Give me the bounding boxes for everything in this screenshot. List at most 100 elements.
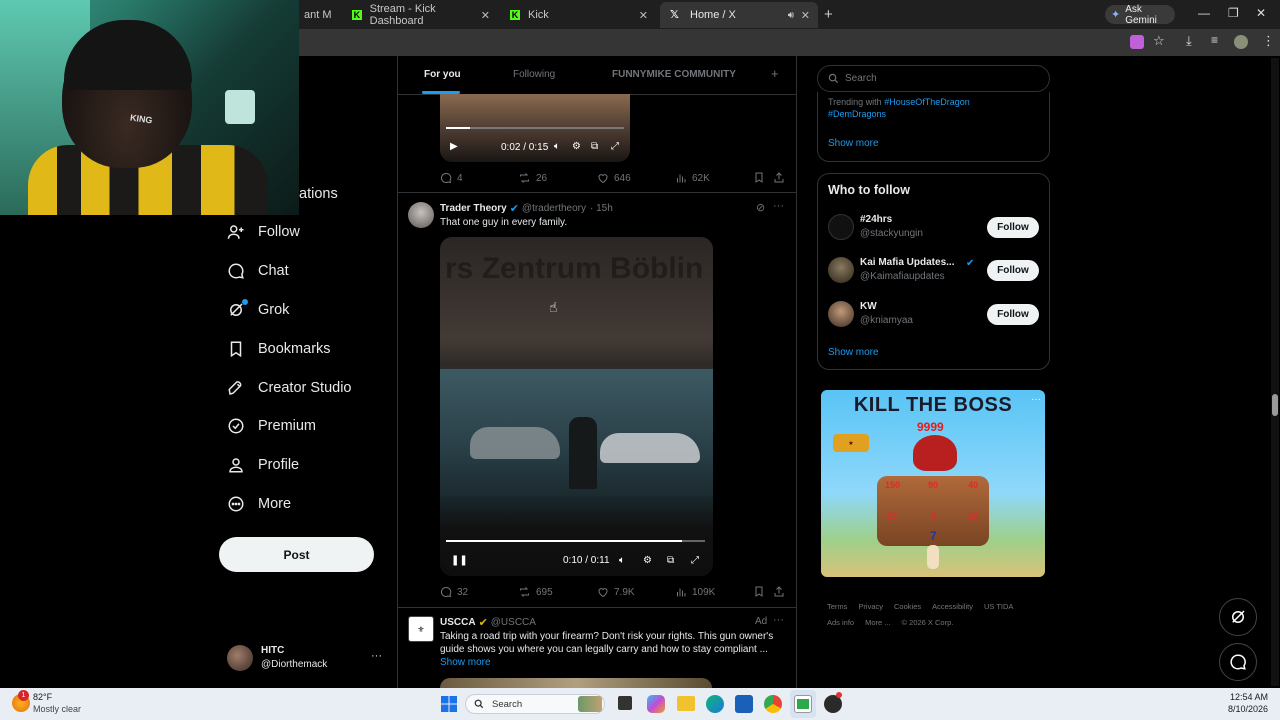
sidebar-item-chat[interactable]: Chat xyxy=(226,256,289,286)
post1-video[interactable]: ▶ 0:02 / 0:15 🔈︎ ⚙︎ ⧉ ⤢ xyxy=(440,94,630,162)
follow-button[interactable]: Follow xyxy=(987,304,1039,325)
sidebar-item-more[interactable]: More xyxy=(226,489,291,519)
file-explorer-icon[interactable] xyxy=(677,696,695,711)
show-more-link[interactable]: Show more xyxy=(828,138,879,149)
post2-handle[interactable]: @tradertheory xyxy=(522,203,586,214)
post3-handle[interactable]: @USCCA xyxy=(491,617,536,628)
add-tab-button[interactable]: + xyxy=(771,66,779,81)
new-tab-button[interactable]: + xyxy=(824,6,833,23)
settings-icon[interactable]: ⚙︎ xyxy=(572,141,581,152)
post3-media[interactable] xyxy=(440,678,712,688)
footer-link[interactable]: Ads info xyxy=(827,615,854,631)
post2-name[interactable]: Trader Theory xyxy=(440,203,507,214)
grok-icon[interactable]: ⊘ xyxy=(756,201,765,214)
views-button[interactable]: 109K xyxy=(675,586,715,598)
sidebar-partial-item-2[interactable]: ations xyxy=(299,186,338,202)
copilot-icon[interactable] xyxy=(647,695,665,713)
scrollbar[interactable] xyxy=(1271,58,1279,686)
fullscreen-icon[interactable]: ⤢ xyxy=(691,555,699,566)
weather-temp[interactable]: 82°F xyxy=(33,692,52,702)
close-window-icon[interactable]: ✕ xyxy=(1256,6,1266,20)
footer-link[interactable]: More ... xyxy=(865,615,890,631)
sidebar-item-grok[interactable]: Grok xyxy=(226,295,289,325)
reply-button[interactable]: 4 xyxy=(440,172,463,184)
repost-button[interactable]: 695 xyxy=(518,586,553,598)
repost-button[interactable]: 26 xyxy=(518,172,547,184)
footer-link[interactable]: Privacy xyxy=(858,599,883,615)
share-button[interactable] xyxy=(773,171,790,184)
post2-video[interactable]: rs Zentrum Böblin ❚❚ 0:10 / 0:11 🔈︎ ⚙︎ ⧉… xyxy=(440,237,713,576)
volume-icon[interactable]: 🔈︎ xyxy=(619,555,625,566)
edge-icon[interactable] xyxy=(706,695,724,713)
browser-menu-icon[interactable]: ⋮ xyxy=(1262,33,1275,49)
scrollbar-thumb[interactable] xyxy=(1272,394,1278,416)
game-ad-banner[interactable]: KILL THE BOSS 9999 ★ 150 90 40 25 0 20 7… xyxy=(821,390,1045,577)
post-button[interactable]: Post xyxy=(219,537,374,572)
video-progress-bar[interactable] xyxy=(446,127,624,129)
like-button[interactable]: 7.9K xyxy=(597,586,635,598)
fullscreen-icon[interactable]: ⤢ xyxy=(611,141,619,152)
tab-following[interactable]: Following xyxy=(513,69,555,80)
speaker-icon[interactable]: 🔊︎ xyxy=(788,10,794,21)
suggestion-name[interactable]: KW xyxy=(860,301,877,312)
follow-button[interactable]: Follow xyxy=(987,217,1039,238)
search-input[interactable]: Search xyxy=(817,65,1050,92)
uscca-logo[interactable]: ⚜ xyxy=(408,616,434,642)
views-button[interactable]: 62K xyxy=(675,172,710,184)
pip-icon[interactable]: ⧉ xyxy=(591,141,598,152)
tab-funnymike-community[interactable]: FUNNYMIKE COMMUNITY xyxy=(612,69,736,80)
account-switcher[interactable]: HITC @Diorthemack ··· xyxy=(226,644,396,674)
volume-icon[interactable]: 🔈︎ xyxy=(554,141,560,152)
taskbar-time[interactable]: 12:54 AM xyxy=(1222,692,1268,702)
sidebar-item-follow[interactable]: Follow xyxy=(226,217,300,247)
share-button[interactable] xyxy=(773,585,790,598)
store-icon[interactable] xyxy=(735,695,753,713)
sidebar-item-bookmarks[interactable]: Bookmarks xyxy=(226,334,331,364)
windows-start-icon[interactable] xyxy=(441,696,457,712)
settings-icon[interactable]: ⚙︎ xyxy=(643,555,652,566)
sidebar-item-creator-studio[interactable]: Creator Studio xyxy=(226,373,352,403)
account-menu-icon[interactable]: ··· xyxy=(371,650,382,662)
ad-menu-icon[interactable]: ··· xyxy=(1031,394,1041,405)
follow-button[interactable]: Follow xyxy=(987,260,1039,281)
profile-avatar[interactable] xyxy=(1234,35,1248,49)
close-icon[interactable]: ✕ xyxy=(639,9,648,22)
media-control-icon[interactable]: ≡ xyxy=(1211,33,1218,47)
extension-icon[interactable] xyxy=(1130,35,1144,49)
avatar[interactable] xyxy=(828,301,854,327)
ask-gemini-button[interactable]: ✦ Ask Gemini xyxy=(1105,4,1175,26)
tab-home-x[interactable]: 𝕏 Home / X 🔊︎ ✕ xyxy=(660,2,818,28)
footer-link[interactable]: Cookies xyxy=(894,599,921,615)
avatar[interactable] xyxy=(828,214,854,240)
restore-icon[interactable]: ❐ xyxy=(1228,6,1239,20)
bookmark-button[interactable] xyxy=(753,171,770,184)
avatar[interactable] xyxy=(408,202,434,228)
reply-button[interactable]: 32 xyxy=(440,586,468,598)
star-icon[interactable]: ☆ xyxy=(1153,33,1165,49)
footer-link[interactable]: Accessibility xyxy=(932,599,973,615)
suggestion-name[interactable]: #24hrs xyxy=(860,214,892,225)
sidebar-item-premium[interactable]: Premium xyxy=(226,411,316,441)
close-icon[interactable]: ✕ xyxy=(801,9,810,22)
tab-for-you[interactable]: For you xyxy=(424,69,461,80)
taskbar-date[interactable]: 8/10/2026 xyxy=(1222,704,1268,714)
footer-link[interactable]: US TIDA xyxy=(984,599,1013,615)
play-icon[interactable]: ▶ xyxy=(450,141,458,152)
footer-link[interactable]: Terms xyxy=(827,599,847,615)
post3-show-more[interactable]: Show more xyxy=(440,657,491,668)
tab-kick-dashboard[interactable]: K Stream - Kick Dashboard ✕ xyxy=(342,2,498,28)
grok-float-button[interactable] xyxy=(1219,598,1257,636)
minimize-icon[interactable]: — xyxy=(1198,6,1210,20)
show-more-link[interactable]: Show more xyxy=(828,347,879,358)
avatar[interactable] xyxy=(828,257,854,283)
bookmark-button[interactable] xyxy=(753,585,770,598)
post-menu-icon[interactable]: ··· xyxy=(773,200,784,212)
close-icon[interactable]: ✕ xyxy=(481,9,490,22)
tab-1[interactable]: ant M xyxy=(300,2,344,28)
chat-float-button[interactable] xyxy=(1219,643,1257,681)
suggestion-name[interactable]: Kai Mafia Updates... xyxy=(860,257,954,268)
post3-name[interactable]: USCCA xyxy=(440,617,476,628)
trending-tag[interactable]: #HouseOfTheDragon xyxy=(884,97,970,107)
tab-kick[interactable]: K Kick ✕ xyxy=(500,2,656,28)
post-menu-icon[interactable]: ··· xyxy=(773,614,784,626)
